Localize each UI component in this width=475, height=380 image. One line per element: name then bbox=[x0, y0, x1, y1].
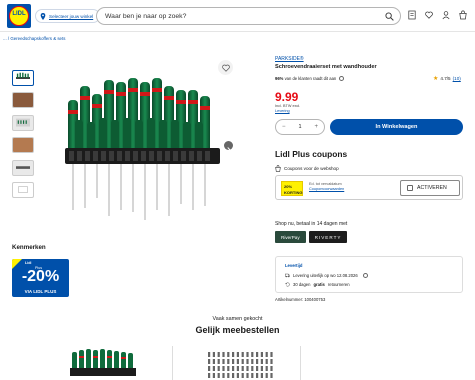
coupons-title: Lidl Plus coupons bbox=[275, 149, 348, 159]
recommendation-text: 96% van de klanten raadt dit aan bbox=[275, 76, 345, 81]
coupon-badge-text: KORTING bbox=[284, 189, 303, 195]
search-input[interactable] bbox=[105, 10, 375, 23]
payment-providers: RiverPay RIVERTY bbox=[275, 231, 348, 243]
return-days: 30 dagen bbox=[293, 282, 311, 287]
increase-button[interactable]: + bbox=[314, 124, 318, 130]
features-heading: Kenmerken bbox=[12, 244, 46, 251]
thumbnail-1[interactable] bbox=[12, 70, 34, 86]
price: 9.99 bbox=[275, 90, 299, 104]
info-icon[interactable] bbox=[339, 76, 345, 81]
thumbnail-list bbox=[12, 70, 34, 204]
bundle-divider bbox=[300, 346, 301, 380]
delivery-date-row: Levering uiterlijk op wo 12.08.2026 bbox=[285, 273, 368, 278]
rating-value: 4.7/5 bbox=[440, 76, 451, 81]
quantity-stepper: − 1 + bbox=[275, 119, 325, 135]
price-note: Incl. BTW excl. Levering bbox=[275, 104, 300, 114]
info-icon[interactable] bbox=[362, 273, 368, 278]
store-selector-button[interactable]: Selecteer jouw winkel bbox=[35, 9, 101, 23]
add-to-cart-button[interactable]: In Winkelwagen bbox=[330, 119, 463, 135]
coupon-conditions-link[interactable]: Couponvoorwaarden bbox=[309, 187, 344, 192]
product-title: Schroevendraaierset met wandhouder bbox=[275, 64, 377, 70]
search-icon[interactable] bbox=[385, 12, 394, 21]
store-selector-label: Selecteer jouw winkel bbox=[49, 13, 94, 19]
recommend-label: van de klanten raadt dit aan bbox=[284, 76, 337, 81]
bundle-subtitle: Vaak samen gekocht bbox=[212, 316, 263, 322]
lidl-plus-promo[interactable]: Lidl Plus -20% VIA LIDL PLUS bbox=[12, 259, 69, 297]
truck-icon bbox=[285, 273, 290, 278]
activate-label: ACTIVEREN bbox=[417, 185, 447, 191]
decrease-button[interactable]: − bbox=[282, 124, 286, 130]
search-bar bbox=[96, 7, 401, 25]
bundle-product-1-image[interactable] bbox=[68, 346, 138, 380]
account-icon[interactable] bbox=[442, 10, 450, 20]
checkbox-icon bbox=[407, 185, 413, 191]
next-image-button[interactable] bbox=[224, 141, 233, 152]
return-row: 30 dagen gratis retourneren bbox=[285, 282, 350, 287]
star-icon: ★ bbox=[433, 76, 439, 82]
coupon-description: Ed. tot vervaldatum Couponvoorwaarden bbox=[309, 182, 344, 193]
promo-via: VIA LIDL PLUS bbox=[24, 289, 57, 294]
payment-provider-riverty[interactable]: RIVERTY bbox=[308, 231, 348, 243]
delivery-box: Levertijd Levering uiterlijk op wo 12.08… bbox=[275, 256, 463, 293]
return-free: gratis bbox=[313, 282, 325, 287]
thumbnail-5[interactable] bbox=[12, 159, 34, 176]
brand-link[interactable]: PARKSIDE® bbox=[275, 56, 304, 62]
payment-provider-riverpay[interactable]: RiverPay bbox=[275, 231, 306, 243]
thumbnail-6[interactable] bbox=[12, 181, 34, 198]
thumbnail-3[interactable] bbox=[12, 114, 34, 131]
coupons-subtitle-row: Coupons voor de webshop bbox=[275, 165, 339, 172]
thumbnail-4[interactable] bbox=[12, 137, 34, 154]
coupon-card: 20% KORTING Ed. tot vervaldatum Couponvo… bbox=[275, 175, 463, 200]
pay-later-text: Shop nu, betaal in 14 dagen met bbox=[275, 221, 348, 227]
bag-icon bbox=[275, 165, 281, 172]
favorite-button[interactable] bbox=[218, 60, 233, 75]
article-number: Artikelnummer: 100400753 bbox=[275, 297, 326, 302]
lidl-logo[interactable]: LIDL bbox=[7, 4, 31, 28]
site-header: LIDL Selecteer jouw winkel bbox=[0, 0, 475, 32]
review-count[interactable]: (10) bbox=[453, 76, 461, 81]
favorites-icon[interactable] bbox=[425, 10, 433, 20]
bundle-title: Gelijk meebestellen bbox=[195, 325, 280, 335]
bundle-divider bbox=[172, 346, 173, 380]
coupon-badge: 20% KORTING bbox=[281, 181, 303, 196]
location-pin-icon bbox=[40, 12, 46, 20]
recommend-pct: 96% bbox=[275, 76, 284, 81]
cart-icon[interactable] bbox=[459, 10, 467, 20]
chevron-right-icon bbox=[227, 147, 231, 152]
breadcrumb[interactable]: ... / Gereedschapskoffers & sets bbox=[3, 36, 65, 41]
return-icon bbox=[285, 282, 290, 287]
product-image[interactable] bbox=[55, 60, 230, 235]
promo-discount: -20% bbox=[21, 268, 60, 285]
delivery-cost-link[interactable]: Levering bbox=[275, 109, 300, 114]
return-label: retourneren bbox=[327, 282, 350, 287]
quantity-value[interactable]: 1 bbox=[298, 124, 301, 130]
thumbnail-2[interactable] bbox=[12, 92, 34, 109]
bundle-product-2-image[interactable] bbox=[205, 350, 275, 380]
delivery-date: Levering uiterlijk op wo 12.08.2026 bbox=[293, 273, 358, 278]
activate-coupon-button[interactable]: ACTIVEREN bbox=[400, 180, 460, 196]
rating[interactable]: ★ 4.7/5 (10) bbox=[433, 75, 461, 82]
heart-icon bbox=[221, 64, 230, 72]
logo-text: LIDL bbox=[12, 11, 26, 17]
coupons-subtitle: Coupons voor de webshop bbox=[284, 166, 339, 171]
promo-brand: Lidl bbox=[25, 261, 32, 265]
delivery-heading: Levertijd bbox=[285, 263, 303, 268]
shopping-list-icon[interactable] bbox=[408, 10, 416, 20]
